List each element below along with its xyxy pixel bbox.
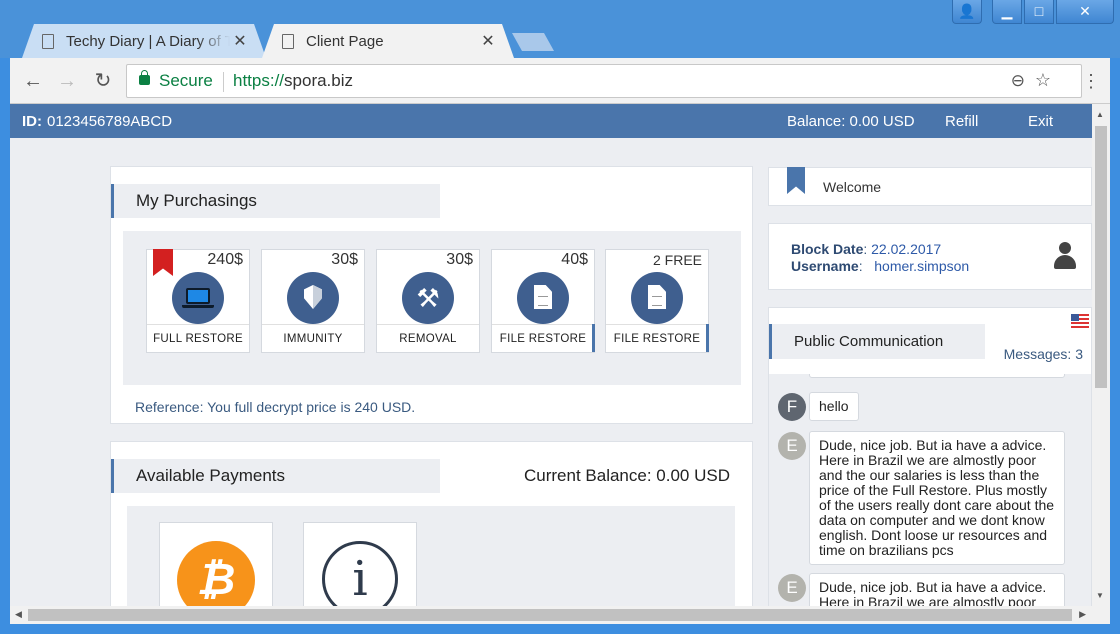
tab-title: Techy Diary | A Diary of T [66, 32, 230, 50]
message-bubble [809, 374, 1065, 378]
vertical-scrollbar[interactable]: ▲ ▼ [1092, 104, 1110, 606]
communication-title: Public Communication [769, 324, 985, 359]
bookmark-icon [787, 167, 805, 194]
page-viewport: ID: 0123456789ABCD Balance: 0.00 USD Ref… [10, 104, 1110, 624]
window-controls: 👤 ▁ □ ✕ [952, 0, 1114, 24]
scroll-thumb[interactable] [28, 609, 1072, 621]
product-label: REMOVAL [377, 324, 479, 352]
page-icon [282, 33, 294, 49]
tab-close-icon[interactable]: ✕ [478, 31, 498, 51]
block-date-row: Block Date: 22.02.2017 [791, 241, 942, 257]
lock-icon [139, 70, 150, 85]
messages-count: Messages: 3 [1003, 346, 1083, 362]
file-icon [631, 272, 683, 324]
payments-title: Available Payments [111, 459, 440, 493]
product-immunity[interactable]: 30$ IMMUNITY [261, 249, 365, 353]
id-label: ID: [22, 113, 42, 130]
divider [223, 72, 224, 92]
product-label: FILE RESTORE [606, 324, 708, 352]
tools-icon: ⚒ [402, 272, 454, 324]
shield-icon [287, 272, 339, 324]
id-value: 0123456789ABCD [47, 113, 173, 130]
product-price: 2 FREE [652, 252, 702, 268]
username-row: Username: homer.simpson [791, 258, 970, 274]
forward-arrow-icon[interactable]: → [54, 68, 80, 94]
communication-card: Public Communication Messages: 3 F hello… [768, 307, 1092, 624]
product-label: IMMUNITY [262, 324, 364, 352]
avatar: E [778, 432, 806, 460]
profile-icon[interactable]: 👤 [952, 0, 982, 24]
username-label: Username [791, 258, 859, 274]
tab-title: Client Page [306, 32, 384, 50]
product-full-restore[interactable]: 240$ FULL RESTORE [146, 249, 250, 353]
refill-link[interactable]: Refill [945, 113, 978, 130]
user-info-card: Block Date: 22.02.2017 Username: homer.s… [768, 223, 1092, 290]
product-file-restore[interactable]: 40$ FILE RESTORE [491, 249, 595, 353]
product-label: FULL RESTORE [147, 324, 249, 352]
purchasings-card: My Purchasings 240$ FULL RESTORE 30$ IMM… [110, 166, 753, 424]
product-price: 40$ [561, 251, 588, 268]
avatar: F [778, 393, 806, 421]
scroll-right-icon[interactable]: ▶ [1079, 609, 1086, 620]
zoom-out-icon[interactable]: ⊖ [1011, 71, 1025, 91]
tab-client-page[interactable]: Client Page ✕ [262, 24, 514, 58]
maximize-button[interactable]: □ [1024, 0, 1054, 24]
current-balance: Current Balance: 0.00 USD [524, 466, 730, 485]
product-price: 30$ [446, 251, 473, 268]
chat-messages[interactable]: F hello E Dude, nice job. But ia have a … [769, 374, 1091, 614]
tab-techy-diary[interactable]: Techy Diary | A Diary of T ✕ [22, 24, 266, 58]
secure-label: Secure [159, 71, 213, 90]
tab-close-icon[interactable]: ✕ [230, 31, 250, 51]
browser-toolbar: ← → ↻ Secure https://spora.biz ⊖ ☆ ⋮ [10, 58, 1110, 104]
product-price: 240$ [207, 251, 243, 268]
reload-icon[interactable]: ↻ [90, 68, 116, 94]
username-value: homer.simpson [874, 258, 970, 274]
account-bar: ID: 0123456789ABCD Balance: 0.00 USD Ref… [10, 104, 1092, 138]
products-row: 240$ FULL RESTORE 30$ IMMUNITY 30$ ⚒ REM… [123, 231, 741, 385]
page-icon [42, 33, 54, 49]
welcome-label: Welcome [823, 179, 882, 195]
avatar: E [778, 574, 806, 602]
product-label: FILE RESTORE [492, 324, 594, 352]
bookmark-ribbon-icon [153, 249, 173, 276]
block-date-value: 22.02.2017 [871, 241, 942, 257]
payments-card: Available Payments Current Balance: 0.00… [110, 441, 753, 624]
kebab-menu-icon[interactable]: ⋮ [1082, 68, 1100, 94]
exit-link[interactable]: Exit [1028, 113, 1053, 130]
address-bar[interactable]: Secure https://spora.biz ⊖ ☆ [126, 64, 1082, 98]
close-window-button[interactable]: ✕ [1056, 0, 1114, 24]
product-file-restore-free[interactable]: 2 FREE FILE RESTORE [605, 249, 709, 353]
product-price: 30$ [331, 251, 358, 268]
reference-text: Reference: You full decrypt price is 240… [135, 399, 416, 415]
horizontal-scrollbar[interactable]: ◀ ▶ [10, 606, 1110, 624]
scroll-down-icon[interactable]: ▼ [1096, 591, 1104, 600]
back-arrow-icon[interactable]: ← [20, 68, 46, 94]
file-icon [517, 272, 569, 324]
minimize-button[interactable]: ▁ [992, 0, 1022, 24]
purchasings-title: My Purchasings [111, 184, 440, 218]
welcome-card: Welcome [768, 167, 1092, 206]
laptop-icon [172, 272, 224, 324]
message-bubble: hello [809, 392, 859, 421]
scroll-left-icon[interactable]: ◀ [15, 609, 22, 620]
bookmark-star-icon[interactable]: ☆ [1035, 70, 1051, 91]
balance-text: Balance: 0.00 USD [787, 113, 915, 130]
product-removal[interactable]: 30$ ⚒ REMOVAL [376, 249, 480, 353]
scroll-thumb[interactable] [1095, 126, 1107, 388]
message-bubble: Dude, nice job. But ia have a advice. He… [809, 431, 1065, 565]
url-text[interactable]: https://spora.biz [233, 71, 353, 91]
us-flag-icon[interactable] [1071, 314, 1089, 328]
user-avatar-icon [1053, 242, 1077, 270]
scroll-up-icon[interactable]: ▲ [1096, 110, 1104, 119]
block-date-label: Block Date [791, 241, 864, 257]
